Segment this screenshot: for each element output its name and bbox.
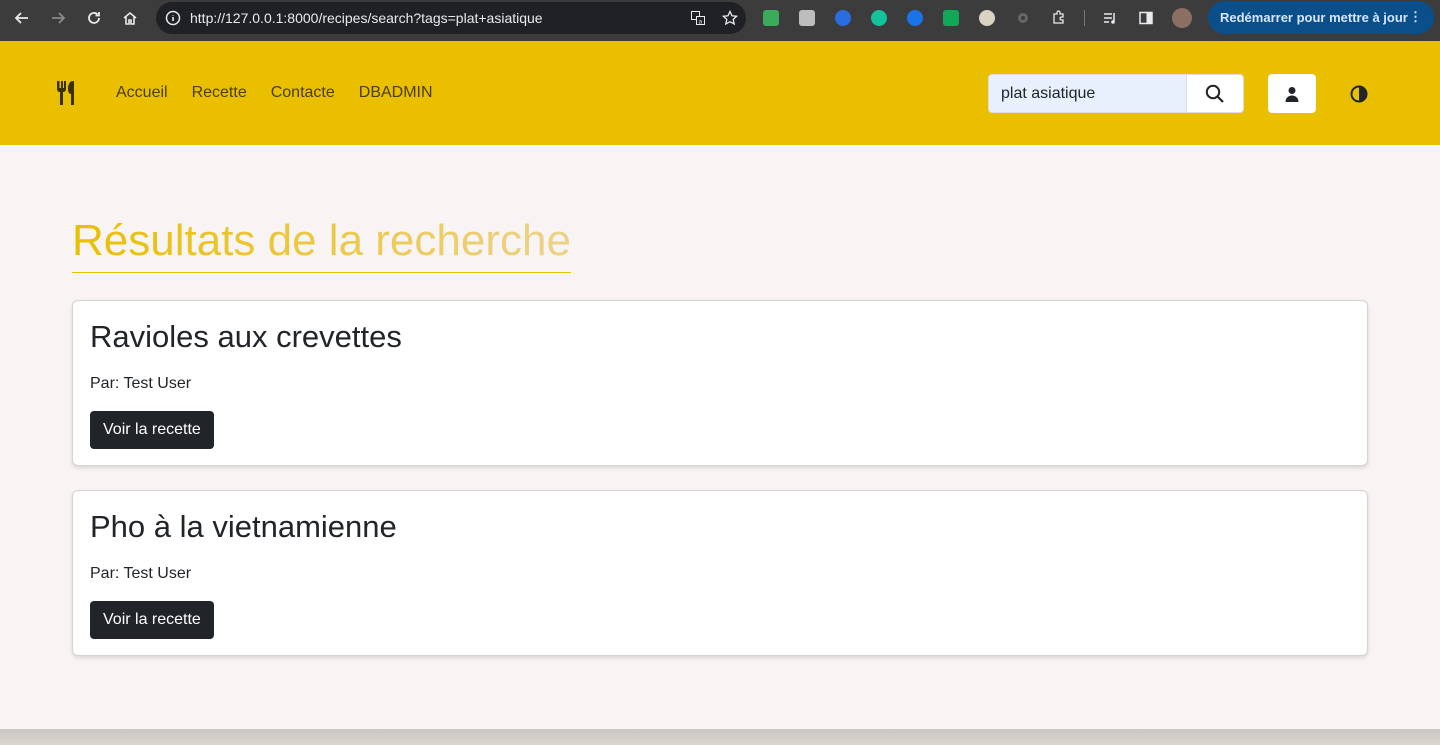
browser-toolbar: http://127.0.0.1:8000/recipes/search?tag… [0,0,1440,41]
puzzle-ext-icon[interactable] [1048,7,1070,29]
site-info-icon[interactable] [156,10,190,26]
more-menu-icon[interactable]: ⋮ [1409,9,1422,25]
url-text[interactable]: http://127.0.0.1:8000/recipes/search?tag… [190,10,682,26]
cloud-ext-icon[interactable] [976,7,998,29]
nav-link-recette[interactable]: Recette [192,84,247,102]
view-recipe-button[interactable]: Voir la recette [90,601,214,639]
update-browser-button[interactable]: Redémarrer pour mettre à jour ⋮ [1208,1,1434,34]
recipe-author: Par: Test User [90,565,192,582]
toolbar-divider [1084,10,1085,26]
search-icon [1205,84,1224,103]
recipe-card: Ravioles aux crevettes Par: Test User Vo… [72,300,1368,466]
address-bar[interactable]: http://127.0.0.1:8000/recipes/search?tag… [156,2,746,34]
forward-icon[interactable] [40,1,76,35]
nav-link-accueil[interactable]: Accueil [116,84,168,102]
search-button[interactable] [1186,74,1244,113]
media-icon[interactable] [1099,7,1121,29]
utensils-logo-icon[interactable] [54,79,82,107]
theme-toggle-button[interactable] [1348,83,1370,105]
contrast-icon [1350,85,1368,103]
update-button-label: Redémarrer pour mettre à jour [1220,10,1408,25]
svg-text:a: a [699,19,703,26]
extensions-bar [760,6,1193,30]
back-icon[interactable] [4,1,40,35]
notif-ext-icon[interactable] [904,7,926,29]
profile-avatar-icon[interactable] [1171,7,1193,29]
nav-link-dbadmin[interactable]: DBADMIN [359,84,433,102]
translate-icon[interactable]: a [682,10,714,26]
mail-ext-icon[interactable] [760,7,782,29]
shield-ext-icon[interactable] [832,7,854,29]
grammarly-ext-icon[interactable] [868,7,890,29]
site-navbar: Accueil Recette Contacte DBADMIN [0,41,1440,145]
reload-icon[interactable] [76,1,112,35]
home-icon[interactable] [112,1,148,35]
bookmark-star-icon[interactable] [714,10,746,26]
reader-ext-icon[interactable] [796,7,818,29]
recipe-card: Pho à la vietnamienne Par: Test User Voi… [72,490,1368,656]
page-title: Résultats de la recherche [72,216,571,273]
view-recipe-button[interactable]: Voir la recette [90,411,214,449]
nav-links: Accueil Recette Contacte DBADMIN [116,84,433,102]
on-ext-icon[interactable] [940,7,962,29]
user-icon [1285,86,1299,102]
user-account-button[interactable] [1268,74,1316,113]
search-input[interactable] [988,74,1187,113]
nav-link-contacte[interactable]: Contacte [271,84,335,102]
gear-ext-icon[interactable] [1012,7,1034,29]
recipe-title: Ravioles aux crevettes [90,319,402,354]
side-panel-icon[interactable] [1135,7,1157,29]
recipe-author: Par: Test User [90,375,192,392]
page-bottom-edge [0,729,1440,745]
recipe-title: Pho à la vietnamienne [90,509,397,544]
